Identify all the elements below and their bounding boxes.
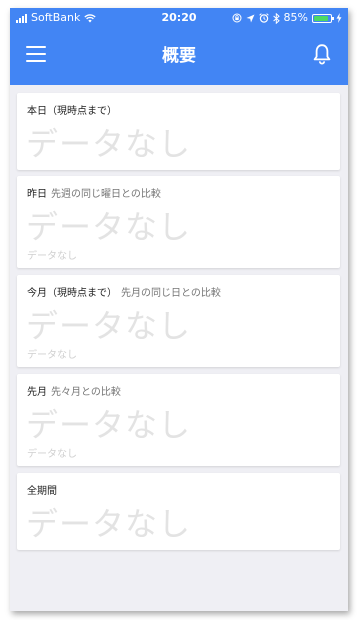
card-title: 本日（現時点まで） (27, 106, 117, 117)
card-title: 先月 (27, 387, 47, 398)
card-today[interactable]: 本日（現時点まで） データなし (17, 93, 340, 170)
card-value: データなし (26, 125, 192, 163)
bluetooth-icon (272, 12, 280, 24)
status-bar: SoftBank 20:20 85% (10, 8, 348, 28)
card-title-row: 全期間 (27, 482, 57, 497)
battery-percent: 85% (283, 11, 308, 24)
card-compare-value: データなし (27, 251, 77, 262)
card-compare-value: データなし (27, 350, 77, 361)
card-title: 今月（現時点まで） (27, 288, 117, 299)
bell-icon[interactable] (312, 43, 332, 65)
lock-rotation-icon (232, 13, 242, 23)
card-title-row: 今月（現時点まで） 先月の同じ日との比較 (27, 284, 221, 299)
card-compare-value: データなし (27, 449, 77, 460)
card-title-row: 昨日 先週の同じ曜日との比較 (27, 185, 161, 200)
charging-icon (336, 13, 342, 23)
card-title: 昨日 (27, 189, 47, 200)
alarm-icon (258, 13, 269, 23)
card-last-month[interactable]: 先月 先々月との比較 データなし データなし (17, 374, 340, 466)
card-subtitle: 先月の同じ日との比較 (121, 288, 221, 299)
page-title: 概要 (162, 46, 196, 66)
card-title-row: 本日（現時点まで） (27, 102, 117, 117)
card-subtitle: 先々月との比較 (51, 387, 121, 398)
card-this-month[interactable]: 今月（現時点まで） 先月の同じ日との比較 データなし データなし (17, 275, 340, 367)
card-all-time[interactable]: 全期間 データなし (17, 473, 340, 550)
card-yesterday[interactable]: 昨日 先週の同じ曜日との比較 データなし データなし (17, 176, 340, 268)
card-value: データなし (26, 406, 192, 444)
card-title-row: 先月 先々月との比較 (27, 383, 121, 398)
phone-screen: SoftBank 20:20 85% 概要 本日（現時点まで） データなし 昨日… (10, 8, 348, 611)
card-value: データなし (26, 307, 192, 345)
card-subtitle: 先週の同じ曜日との比較 (51, 189, 161, 200)
top-app-bar: 概要 (10, 28, 348, 85)
card-value: データなし (26, 208, 192, 246)
card-title: 全期間 (27, 486, 57, 497)
battery-icon (312, 13, 334, 23)
location-icon (246, 14, 255, 22)
card-value: データなし (26, 505, 192, 543)
